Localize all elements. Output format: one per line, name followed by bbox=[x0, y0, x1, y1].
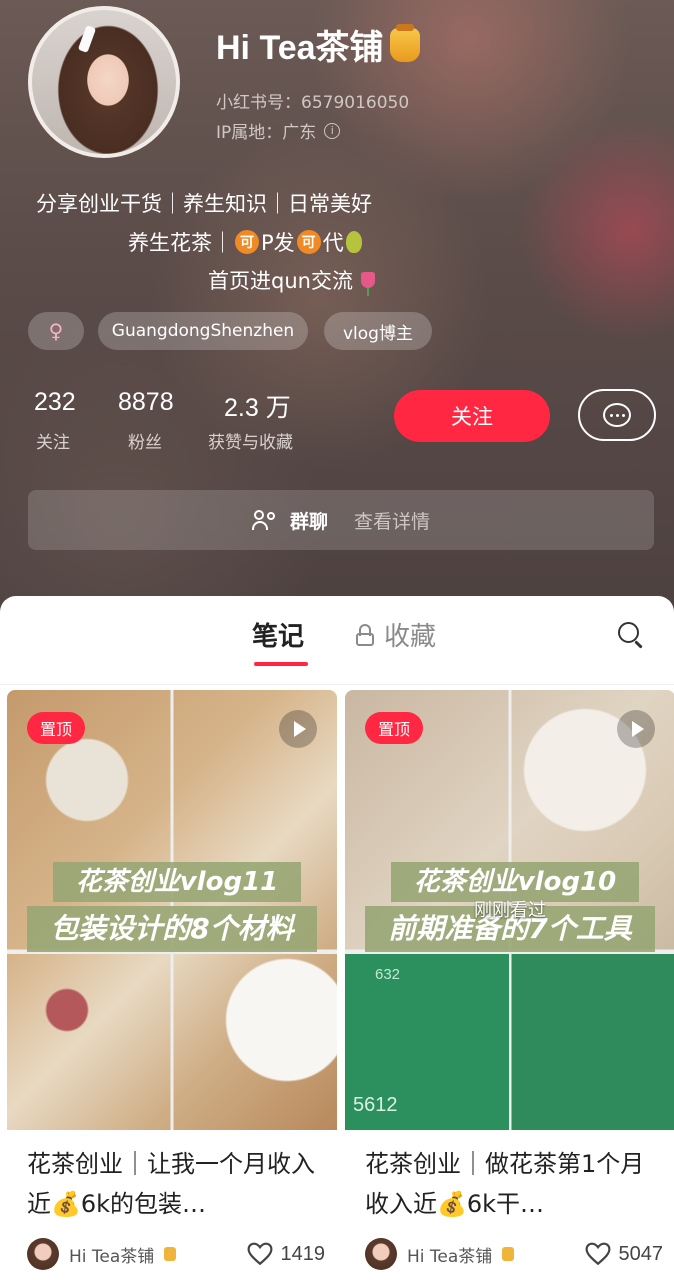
bio-text-c: 代 bbox=[322, 231, 344, 255]
location-tag: GuangdongShenzhen bbox=[98, 312, 308, 350]
recently-viewed-overlay: 刚刚看过 bbox=[474, 900, 546, 921]
ip-location: IP属地：广东 i bbox=[216, 118, 341, 143]
group-chat-detail-link[interactable]: 查看详情 bbox=[354, 507, 430, 534]
honey-jar-icon bbox=[164, 1247, 177, 1261]
tab-favorites[interactable]: 收藏 bbox=[356, 616, 436, 653]
profile-name: Hi Tea茶铺 bbox=[216, 20, 420, 69]
note-author[interactable]: Hi Tea茶铺 bbox=[27, 1238, 177, 1270]
author-avatar bbox=[27, 1238, 59, 1270]
note-title[interactable]: 花茶创业｜做花茶第1个月收入近💰6k干… bbox=[365, 1144, 661, 1224]
followers-count[interactable]: 8878 bbox=[118, 388, 174, 417]
following-label: 关注 bbox=[36, 433, 70, 453]
group-people-icon bbox=[251, 510, 278, 530]
info-icon[interactable]: i bbox=[324, 122, 341, 139]
group-chat-bar[interactable]: 群聊 查看详情 bbox=[28, 490, 654, 550]
followers-label: 粉丝 bbox=[128, 433, 162, 453]
like-count: 1419 bbox=[280, 1242, 326, 1265]
likes-collects-label: 获赞与收藏 bbox=[208, 433, 293, 453]
play-icon bbox=[279, 710, 317, 748]
tab-notes[interactable]: 笔记 bbox=[252, 616, 304, 653]
note-title[interactable]: 花茶创业｜让我一个月收入近💰6k的包装… bbox=[27, 1144, 323, 1224]
chat-bubble-icon bbox=[603, 403, 631, 427]
bio-line-2: 养生花茶｜ 可 P发 可 代 bbox=[128, 227, 362, 257]
likes-collects-count[interactable]: 2.3 万 bbox=[224, 388, 291, 424]
following-count[interactable]: 232 bbox=[34, 388, 76, 417]
profile-header: Hi Tea茶铺 小红书号：6579016050 IP属地：广东 i 分享创业干… bbox=[0, 0, 674, 620]
pear-icon bbox=[345, 231, 362, 253]
honey-jar-icon bbox=[389, 23, 420, 62]
author-avatar bbox=[365, 1238, 397, 1270]
honey-jar-icon bbox=[502, 1247, 515, 1261]
pinned-badge: 置顶 bbox=[27, 712, 85, 744]
pinned-badge: 置顶 bbox=[365, 712, 423, 744]
note-card[interactable]: 632 5612 置顶 花茶创业vlog10 前期准备的7个工具 刚刚看过 花茶… bbox=[345, 690, 674, 1280]
active-tab-indicator bbox=[254, 662, 308, 666]
redbook-id: 小红书号：6579016050 bbox=[216, 93, 410, 113]
ke-badge-icon: 可 bbox=[235, 230, 259, 254]
bio-line-3: 首页进qun交流 bbox=[208, 265, 375, 296]
message-button[interactable] bbox=[578, 389, 656, 441]
phone-screen-image: 632 5612 bbox=[345, 954, 509, 1130]
tab-divider bbox=[0, 684, 674, 685]
profile-name-text: Hi Tea茶铺 bbox=[216, 29, 384, 67]
bio-text-a: 养生花茶｜ bbox=[128, 231, 233, 255]
heart-icon bbox=[247, 1242, 272, 1266]
cover-title-line1: 花茶创业vlog11 bbox=[53, 862, 301, 902]
screen-number: 5612 bbox=[353, 1094, 398, 1116]
screen-number: 632 bbox=[375, 966, 401, 983]
bio-line-1: 分享创业干货｜养生知识｜日常美好 bbox=[36, 192, 372, 216]
group-chat-label: 群聊 bbox=[289, 510, 328, 533]
gender-tag: ♀ bbox=[28, 312, 84, 350]
author-name: Hi Tea茶铺 bbox=[407, 1246, 493, 1267]
cover-title-line2: 包装设计的8个材料 bbox=[27, 906, 317, 952]
hair-clip bbox=[77, 25, 97, 53]
ke-badge-icon: 可 bbox=[296, 230, 321, 254]
like-button[interactable]: 5047 bbox=[585, 1238, 664, 1270]
author-name: Hi Tea茶铺 bbox=[69, 1246, 155, 1267]
like-button[interactable]: 1419 bbox=[247, 1238, 326, 1270]
heart-icon bbox=[585, 1242, 610, 1266]
follow-button[interactable]: 关注 bbox=[394, 390, 550, 442]
ip-location-text: IP属地：广东 bbox=[216, 123, 317, 143]
like-count: 5047 bbox=[618, 1242, 664, 1265]
note-card[interactable]: 置顶 花茶创业vlog11 包装设计的8个材料 花茶创业｜让我一个月收入近💰6k… bbox=[7, 690, 337, 1280]
play-icon bbox=[617, 710, 655, 748]
bio-text-line3: 首页进qun交流 bbox=[208, 269, 353, 293]
note-author[interactable]: Hi Tea茶铺 bbox=[365, 1238, 515, 1270]
search-icon[interactable] bbox=[618, 622, 644, 649]
profile-avatar[interactable] bbox=[28, 6, 180, 158]
tab-favorites-label: 收藏 bbox=[384, 622, 437, 652]
role-tag: vlog博主 bbox=[324, 312, 432, 350]
tulip-icon bbox=[360, 272, 375, 296]
lock-icon bbox=[356, 623, 374, 646]
bio-text-b: P发 bbox=[261, 231, 295, 255]
